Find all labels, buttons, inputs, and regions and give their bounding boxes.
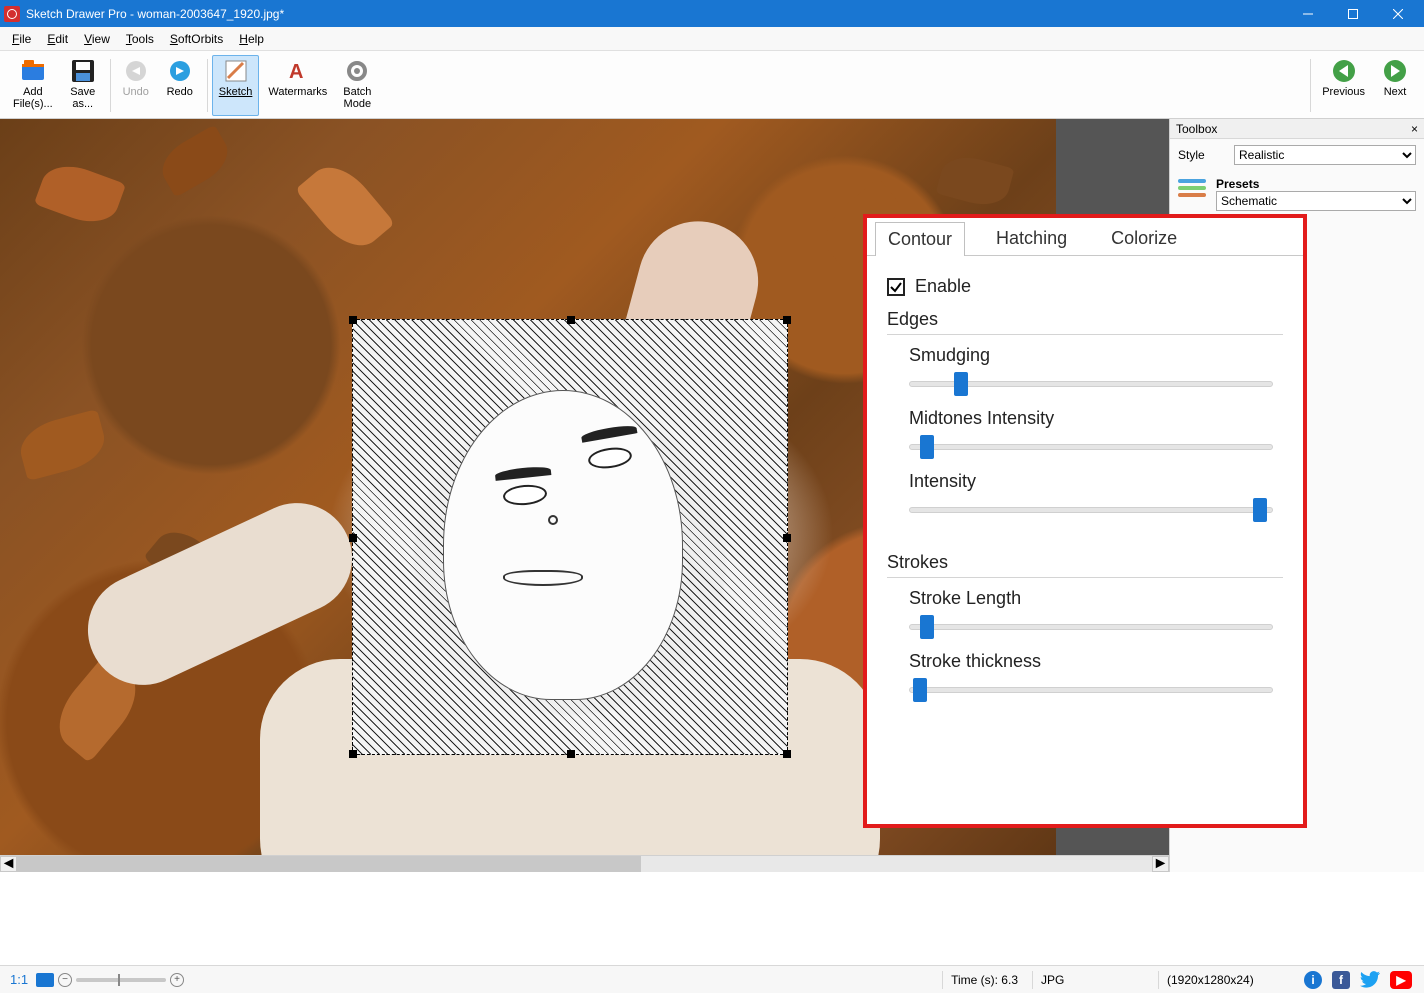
menu-softorbits[interactable]: SoftOrbits <box>162 30 231 48</box>
strokes-group-title: Strokes <box>887 552 1283 573</box>
stroke-length-label: Stroke Length <box>909 588 1283 609</box>
menu-tools[interactable]: Tools <box>118 30 162 48</box>
menu-help[interactable]: Help <box>231 30 272 48</box>
stroke-thickness-slider[interactable] <box>909 676 1283 704</box>
resize-handle[interactable] <box>783 534 791 542</box>
undo-icon <box>123 58 149 84</box>
zoom-slider[interactable] <box>76 978 166 982</box>
window-title: Sketch Drawer Pro - woman-2003647_1920.j… <box>26 7 1285 21</box>
resize-handle[interactable] <box>349 534 357 542</box>
previous-label: Previous <box>1322 86 1365 98</box>
sketch-button[interactable]: Sketch <box>212 55 260 116</box>
watermarks-button[interactable]: A Watermarks <box>261 55 334 116</box>
next-icon <box>1382 58 1408 84</box>
selection-rectangle[interactable] <box>352 319 788 755</box>
stroke-length-slider[interactable] <box>909 613 1283 641</box>
toolbox-close-button[interactable]: × <box>1411 122 1418 136</box>
batch-mode-label: Batch Mode <box>343 86 371 110</box>
horizontal-scrollbar[interactable]: ◄ ► <box>0 855 1169 872</box>
toolbar-separator <box>1310 59 1311 112</box>
intensity-slider[interactable] <box>909 496 1283 524</box>
scroll-right-button[interactable]: ► <box>1152 856 1169 872</box>
resize-handle[interactable] <box>349 750 357 758</box>
svg-text:A: A <box>289 61 303 83</box>
watermarks-icon: A <box>285 58 311 84</box>
next-label: Next <box>1384 86 1407 98</box>
minimize-button[interactable] <box>1285 0 1330 27</box>
tab-hatching[interactable]: Hatching <box>983 221 1080 255</box>
zoom-fit-button[interactable] <box>36 973 54 987</box>
watermarks-label: Watermarks <box>268 86 327 98</box>
save-icon <box>70 58 96 84</box>
toolbar: Add File(s)... Save as... Undo Redo Sket… <box>0 51 1424 119</box>
presets-select[interactable]: Schematic <box>1216 191 1416 211</box>
status-time: Time (s): 6.3 <box>942 971 1026 989</box>
titlebar: Sketch Drawer Pro - woman-2003647_1920.j… <box>0 0 1424 27</box>
statusbar: 1:1 − + Time (s): 6.3 JPG (1920x1280x24)… <box>0 965 1424 993</box>
youtube-icon[interactable]: ▶ <box>1390 971 1412 989</box>
sketch-label: Sketch <box>219 86 253 98</box>
style-label: Style <box>1178 148 1226 162</box>
save-as-button[interactable]: Save as... <box>62 55 104 116</box>
enable-label: Enable <box>915 276 971 297</box>
toolbar-separator <box>207 59 208 112</box>
resize-handle[interactable] <box>567 316 575 324</box>
menubar: File Edit View Tools SoftOrbits Help <box>0 27 1424 51</box>
zoom-ratio-button[interactable]: 1:1 <box>6 972 32 987</box>
resize-handle[interactable] <box>783 316 791 324</box>
menu-view[interactable]: View <box>76 30 118 48</box>
intensity-label: Intensity <box>909 471 1283 492</box>
status-format: JPG <box>1032 971 1152 989</box>
resize-handle[interactable] <box>349 316 357 324</box>
undo-label: Undo <box>123 86 149 98</box>
resize-handle[interactable] <box>783 750 791 758</box>
sketch-icon <box>223 58 249 84</box>
previous-icon <box>1331 58 1357 84</box>
stroke-thickness-label: Stroke thickness <box>909 651 1283 672</box>
menu-edit[interactable]: Edit <box>39 30 76 48</box>
presets-icon <box>1178 177 1206 199</box>
zoom-in-button[interactable]: + <box>170 973 184 987</box>
options-tabs: Contour Hatching Colorize <box>867 218 1303 256</box>
undo-button[interactable]: Undo <box>115 55 157 116</box>
style-select[interactable]: Realistic <box>1234 145 1416 165</box>
checkbox-icon <box>887 278 905 296</box>
smudging-slider[interactable] <box>909 370 1283 398</box>
menu-file[interactable]: File <box>4 30 39 48</box>
presets-label: Presets <box>1216 177 1416 191</box>
app-icon <box>4 6 20 22</box>
tab-colorize[interactable]: Colorize <box>1098 221 1190 255</box>
enable-checkbox[interactable]: Enable <box>887 276 1283 297</box>
redo-label: Redo <box>167 86 193 98</box>
resize-handle[interactable] <box>567 750 575 758</box>
next-button[interactable]: Next <box>1374 55 1416 116</box>
redo-button[interactable]: Redo <box>159 55 201 116</box>
save-as-label: Save as... <box>70 86 95 110</box>
gear-icon <box>344 58 370 84</box>
edges-group-title: Edges <box>887 309 1283 330</box>
toolbox-title: Toolbox <box>1176 122 1217 136</box>
tab-contour[interactable]: Contour <box>875 222 965 256</box>
toolbar-separator <box>110 59 111 112</box>
midtones-label: Midtones Intensity <box>909 408 1283 429</box>
zoom-out-button[interactable]: − <box>58 973 72 987</box>
smudging-label: Smudging <box>909 345 1283 366</box>
add-files-button[interactable]: Add File(s)... <box>6 55 60 116</box>
info-icon[interactable]: i <box>1304 971 1322 989</box>
midtones-slider[interactable] <box>909 433 1283 461</box>
add-files-icon <box>20 58 46 84</box>
maximize-button[interactable] <box>1330 0 1375 27</box>
add-files-label: Add File(s)... <box>13 86 53 110</box>
twitter-icon[interactable] <box>1360 971 1380 989</box>
status-dimensions: (1920x1280x24) <box>1158 971 1298 989</box>
options-panel: Contour Hatching Colorize Enable Edges S… <box>863 214 1307 828</box>
previous-button[interactable]: Previous <box>1315 55 1372 116</box>
scroll-thumb[interactable] <box>17 856 641 872</box>
scroll-left-button[interactable]: ◄ <box>0 856 17 872</box>
redo-icon <box>167 58 193 84</box>
batch-mode-button[interactable]: Batch Mode <box>336 55 378 116</box>
toolbox-header: Toolbox × <box>1170 119 1424 139</box>
close-button[interactable] <box>1375 0 1420 27</box>
facebook-icon[interactable]: f <box>1332 971 1350 989</box>
